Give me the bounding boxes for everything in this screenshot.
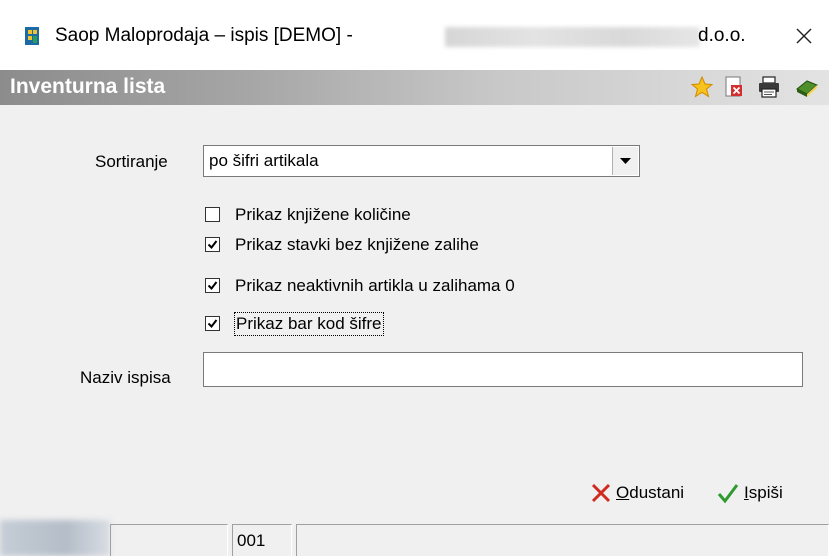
status-cell-code: 001 (232, 524, 292, 556)
sort-dropdown-button[interactable] (612, 147, 638, 175)
checkmark-icon (207, 319, 218, 329)
print-button-label: Ispiši (744, 483, 783, 503)
checkbox-row-2[interactable]: Prikaz stavki bez knjižene zalihe (205, 234, 555, 256)
sort-label: Sortiranje (95, 152, 168, 171)
app-icon (25, 27, 39, 45)
sort-select[interactable]: po šifri artikala (203, 145, 640, 177)
report-name-input[interactable] (203, 352, 803, 387)
checkmark-icon (717, 484, 739, 504)
cancel-mnemonic: O (616, 483, 630, 502)
sort-select-value: po šifri artikala (209, 151, 319, 170)
cancel-button[interactable]: Odustani (590, 478, 684, 508)
checkbox-row-4[interactable]: Prikaz bar kod šifre (205, 312, 445, 336)
checkbox-label: Prikaz stavki bez knjižene zalihe (235, 235, 479, 254)
window-title-suffix: d.o.o. (698, 25, 746, 46)
checkmark-icon (207, 281, 218, 291)
checkmark-icon (207, 240, 218, 250)
pdf-export-icon[interactable] (722, 75, 746, 99)
checkbox-label: Prikaz bar kod šifre (234, 312, 384, 336)
status-code: 001 (237, 531, 266, 550)
redacted-company-name (445, 27, 700, 47)
print-label-rest: spiši (748, 483, 783, 502)
checkbox-label: Prikaz knjižene količine (235, 205, 411, 224)
close-button[interactable] (778, 14, 829, 58)
checkbox-row-3[interactable]: Prikaz neaktivnih artikla u zalihama 0 (205, 275, 605, 297)
close-icon (796, 28, 811, 44)
checkbox-row-1[interactable]: Prikaz knjižene količine (205, 204, 505, 226)
checkbox-label: Prikaz neaktivnih artikla u zalihama 0 (235, 276, 515, 295)
checkbox-barcode[interactable] (205, 316, 220, 331)
checkbox-inactive-items[interactable] (205, 278, 220, 293)
status-cell-empty (110, 524, 228, 556)
checkbox-booked-quantity[interactable] (205, 207, 220, 222)
printer-icon[interactable] (757, 75, 781, 99)
report-name-label: Naziv ispisa (80, 368, 171, 387)
window-title: Saop Maloprodaja – ispis [DEMO] - (55, 25, 353, 46)
window-titlebar: Saop Maloprodaja – ispis [DEMO] - d.o.o. (0, 0, 829, 70)
redacted-status (0, 520, 110, 556)
chevron-down-icon (620, 157, 631, 164)
cancel-label-rest: dustani (629, 483, 685, 502)
cancel-button-label: Odustani (616, 483, 684, 503)
book-icon[interactable] (795, 75, 819, 99)
cancel-x-icon (591, 483, 611, 503)
checkbox-no-stock-items[interactable] (205, 237, 220, 252)
status-bar: 001 (0, 520, 829, 556)
status-cell-wide (296, 524, 829, 556)
panel-title: Inventurna lista (10, 75, 166, 98)
print-button[interactable]: Ispiši (716, 478, 783, 508)
star-icon[interactable] (690, 75, 714, 99)
panel-header: Inventurna lista (0, 70, 829, 105)
